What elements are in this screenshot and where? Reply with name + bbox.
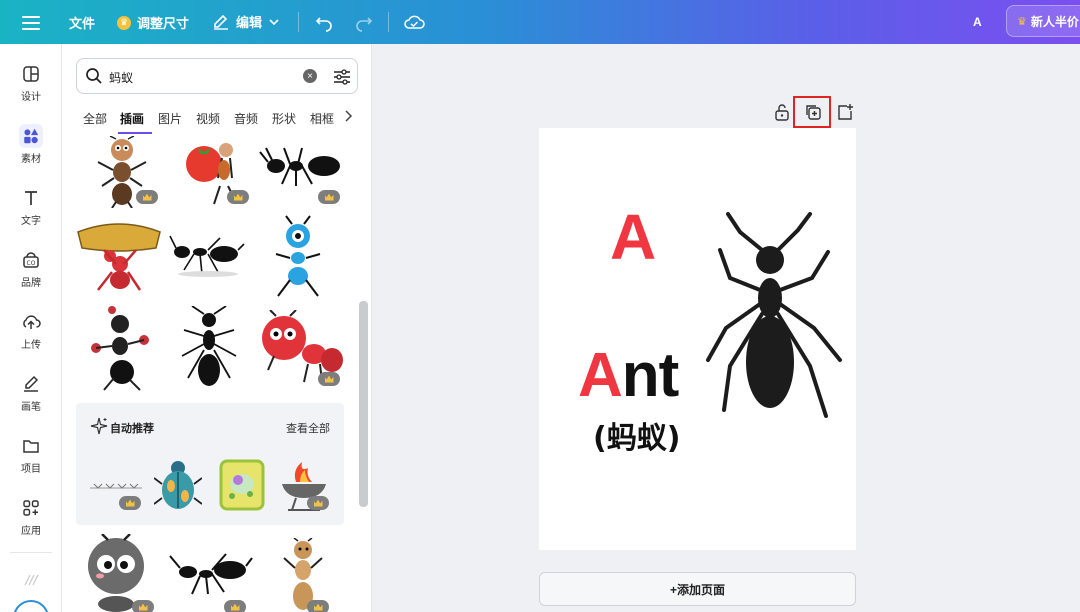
rail-item-upload[interactable]: 上传 <box>0 312 62 362</box>
ant-line-thumb[interactable] <box>88 474 144 494</box>
resize-label: 调整尺寸 <box>137 16 190 31</box>
beetle-thumb[interactable] <box>153 458 203 512</box>
promo-label: 新人半价 <box>1030 14 1079 29</box>
premium-badge <box>227 190 249 204</box>
toolbar-divider <box>298 12 299 32</box>
tab-illustrations[interactable]: 插画 <box>120 110 144 127</box>
left-rail: 设计 素材 文字 CO 品牌 上传 画笔 项目 应用 <box>0 44 62 612</box>
unlock-icon[interactable] <box>773 103 791 121</box>
crown-icon: ♛ <box>1017 15 1027 28</box>
shapes-icon <box>19 124 43 148</box>
rail-label: 项目 <box>21 464 41 475</box>
premium-badge <box>119 496 141 510</box>
tab-audio[interactable]: 音频 <box>234 110 258 127</box>
pencil-icon <box>214 14 228 30</box>
search-input[interactable] <box>109 67 289 87</box>
word-rest: nt <box>621 341 680 410</box>
ant-chinese-label[interactable]: (蚂蚁) <box>593 424 680 454</box>
sparkle-icon <box>90 417 108 435</box>
black-ant-thumb[interactable] <box>258 144 344 190</box>
black-ant-topview-thumb[interactable] <box>180 305 238 390</box>
rail-label: 文字 <box>21 216 41 227</box>
help-circle-icon[interactable] <box>13 600 49 612</box>
cloud-saved-icon[interactable] <box>403 11 425 33</box>
realistic-ant-thumb[interactable] <box>168 230 246 278</box>
rail-label: 应用 <box>21 526 41 537</box>
promo-button[interactable]: ♛ 新人半价 <box>1006 5 1080 37</box>
view-all-link[interactable]: 查看全部 <box>286 420 330 436</box>
recommend-title: 自动推荐 <box>110 423 154 435</box>
search-box: × <box>76 58 358 94</box>
resize-button[interactable]: ♛ 调整尺寸 <box>117 13 189 32</box>
pen-icon <box>24 375 39 392</box>
brand-icon: CO <box>23 252 39 268</box>
undo-icon[interactable] <box>314 12 334 32</box>
rail-item-brand[interactable]: CO 品牌 <box>0 250 62 300</box>
rail-item-text[interactable]: 文字 <box>0 188 62 238</box>
apps-icon <box>23 500 39 516</box>
user-avatar[interactable]: A <box>973 15 982 29</box>
chevron-down-icon <box>269 18 279 25</box>
active-tab-indicator <box>118 132 152 134</box>
rail-label: 素材 <box>21 154 41 165</box>
add-page-icon[interactable] <box>836 103 854 121</box>
rail-label: 设计 <box>21 92 41 103</box>
upload-icon <box>23 315 41 329</box>
rail-item-pen[interactable]: 画笔 <box>0 374 62 424</box>
rail-divider <box>10 552 52 553</box>
clear-icon[interactable]: × <box>303 69 317 83</box>
add-page-button[interactable]: +添加页面 <box>539 572 856 606</box>
premium-badge <box>136 190 158 204</box>
premium-badge <box>307 496 329 510</box>
premium-badge <box>307 600 329 612</box>
search-icon <box>86 68 102 84</box>
elements-panel: × 全部 插画 图片 视频 音频 形状 相框 <box>62 44 372 612</box>
black-ant-side-thumb[interactable] <box>168 550 254 596</box>
premium-badge <box>132 600 154 612</box>
rail-label: 品牌 <box>21 278 41 289</box>
chevron-right-icon[interactable] <box>342 109 354 123</box>
file-menu-button[interactable]: 文件 <box>69 13 95 32</box>
file-label: 文件 <box>69 16 96 31</box>
tab-frames[interactable]: 相框 <box>310 110 334 127</box>
ant-with-flowers-thumb[interactable] <box>88 306 150 392</box>
rail-item-design[interactable]: 设计 <box>0 64 62 114</box>
rail-label: 上传 <box>21 340 41 351</box>
tab-shapes[interactable]: 形状 <box>272 110 296 127</box>
plant-cell-thumb[interactable] <box>218 458 266 512</box>
folder-icon <box>23 440 39 453</box>
word-first-letter: A <box>578 341 623 410</box>
rail-item-apps[interactable]: 应用 <box>0 498 62 548</box>
category-tabs: 全部 插画 图片 视频 音频 形状 相框 <box>62 104 371 134</box>
ant-word[interactable]: Ant <box>578 345 679 407</box>
edit-label: 编辑 <box>236 15 263 30</box>
premium-badge <box>224 600 246 612</box>
premium-badge <box>318 372 340 386</box>
redo-icon[interactable] <box>354 12 374 32</box>
edit-menu-button[interactable]: 编辑 <box>212 12 280 31</box>
rail-item-elements[interactable]: 素材 <box>0 124 62 174</box>
big-letter[interactable]: A <box>610 205 656 269</box>
top-bar: 文件 ♛ 调整尺寸 编辑 A ♛ 新人半价 <box>0 0 1080 44</box>
toolbar-divider <box>388 12 389 32</box>
text-icon <box>25 191 37 205</box>
ant-carrying-bread-thumb[interactable] <box>76 220 162 296</box>
rail-label: 画笔 <box>21 402 41 413</box>
tab-images[interactable]: 图片 <box>158 110 182 127</box>
premium-badge <box>318 190 340 204</box>
panel-scrollbar[interactable] <box>359 301 368 507</box>
menu-icon[interactable] <box>22 12 40 32</box>
tab-videos[interactable]: 视频 <box>196 110 220 127</box>
rail-item-projects[interactable]: 项目 <box>0 436 62 486</box>
duplicate-highlight-box <box>793 96 831 128</box>
filter-icon[interactable] <box>332 67 352 87</box>
stripes-icon[interactable] <box>24 574 40 586</box>
crown-icon: ♛ <box>117 15 131 30</box>
layout-icon <box>23 66 39 82</box>
svg-text:CO: CO <box>27 260 36 267</box>
ant-graphic[interactable] <box>700 210 848 420</box>
blue-robot-ant-thumb[interactable] <box>270 214 326 302</box>
tab-all[interactable]: 全部 <box>83 110 107 127</box>
